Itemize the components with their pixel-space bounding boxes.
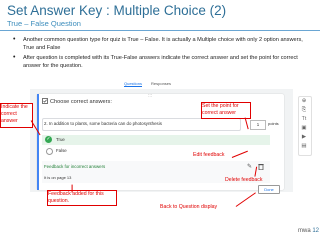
slide-subtitle: True – False Question — [7, 19, 81, 28]
check-icon: ✓ — [45, 136, 52, 143]
section-icon[interactable]: ▤ — [300, 143, 308, 149]
arrow-feedback — [71, 184, 73, 193]
slide-footer: mwa 12 — [298, 228, 319, 234]
feedback-heading: Feedback for incorrect answers — [44, 164, 106, 169]
image-icon[interactable]: ▣ — [300, 125, 308, 131]
annotation-edit-feedback: Edit feedback — [193, 152, 225, 158]
bullet-item: Another common question type for quiz is… — [12, 36, 312, 52]
card-accent-bar — [37, 94, 39, 190]
done-button[interactable]: Done — [258, 185, 280, 194]
video-icon[interactable]: ▶ — [300, 134, 308, 140]
title-divider — [0, 30, 320, 31]
import-icon[interactable]: ⎘ — [300, 107, 308, 114]
annotation-delete-feedback: Delete feedback — [225, 177, 263, 183]
annotation-set-point: Set the point for correct answer — [201, 102, 251, 119]
question-text: 2. In addition to plants, some bacteria … — [44, 121, 162, 126]
slide-title: Set Answer Key : Multiple Choice (2) — [7, 3, 227, 18]
tab-questions[interactable]: Questions — [124, 81, 143, 87]
choose-answers-text: Choose correct answers: — [50, 99, 112, 105]
arrow-done — [235, 192, 257, 208]
answer-key-icon — [42, 98, 48, 104]
points-input[interactable]: 1 — [250, 120, 266, 130]
bullet-list: Another common question type for quiz is… — [12, 36, 312, 72]
bullet-item: After question is completed with its Tru… — [12, 54, 312, 70]
annotation-indicate-answer: Indicate the correct answer — [0, 103, 33, 128]
pencil-icon[interactable]: ✎ — [247, 163, 252, 170]
option-false-radio[interactable] — [46, 148, 53, 155]
text-icon[interactable]: Tt — [300, 116, 308, 122]
choose-answers-label: Choose correct answers: — [42, 98, 112, 105]
feedback-text: It is on page 13 — [44, 175, 72, 180]
option-true-row[interactable] — [42, 135, 270, 145]
page-number: 12 — [312, 228, 320, 234]
brand-logo: mwa — [298, 228, 311, 234]
add-icon[interactable]: ⊕ — [300, 98, 308, 104]
trash-icon[interactable] — [258, 163, 264, 172]
annotation-feedback-added: Feedback added for this question. — [47, 190, 117, 206]
tab-responses[interactable]: Responses — [151, 81, 171, 86]
annotation-back-display: Back to Question display — [160, 204, 218, 210]
drag-handle-icon[interactable]: ::: — [148, 93, 152, 99]
option-false-label: False — [56, 148, 67, 153]
trash-icon-graphic — [258, 163, 264, 171]
option-true-label: True — [56, 137, 65, 142]
points-label: points — [268, 121, 279, 126]
